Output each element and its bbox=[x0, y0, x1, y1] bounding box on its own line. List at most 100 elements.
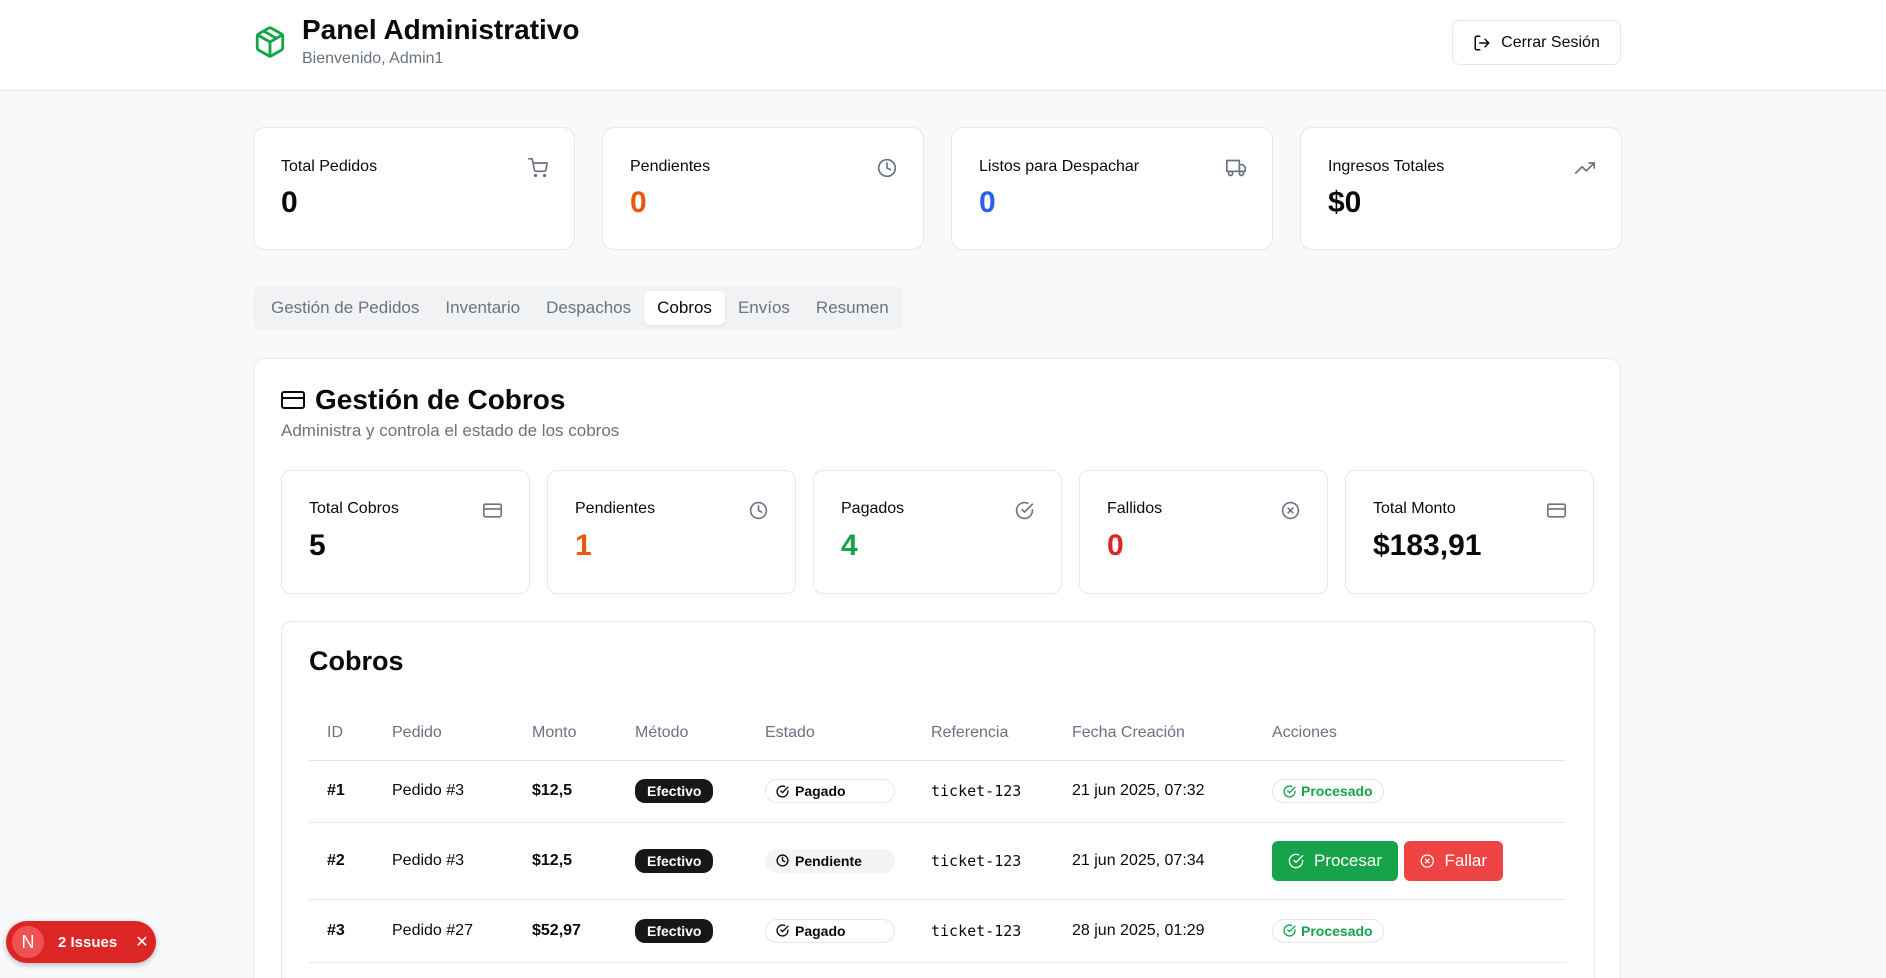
cell-monto: $52,97 bbox=[514, 899, 617, 963]
status-label: Pendiente bbox=[795, 852, 862, 869]
mini-label: Total Monto bbox=[1373, 500, 1456, 517]
fallar-label: Fallar bbox=[1444, 850, 1487, 870]
issues-badge[interactable]: N 2 Issues ✕ bbox=[6, 921, 156, 963]
status-badge: Pagado bbox=[765, 779, 895, 803]
stat-card-listos-despachar: Listos para Despachar 0 bbox=[951, 127, 1273, 250]
mini-value: $183,91 bbox=[1373, 529, 1482, 562]
tab-gestion-pedidos[interactable]: Gestión de Pedidos bbox=[258, 291, 432, 325]
page-title: Panel Administrativo bbox=[302, 14, 580, 45]
procesar-button[interactable]: Procesar bbox=[1272, 840, 1398, 881]
clock-icon bbox=[749, 501, 768, 520]
status-label: Pagado bbox=[795, 783, 846, 799]
cell-estado: Pagado bbox=[747, 760, 913, 823]
clock-icon bbox=[776, 854, 789, 867]
logout-button[interactable]: Cerrar Sesión bbox=[1452, 20, 1621, 65]
cell-monto bbox=[514, 962, 617, 978]
stat-value: 0 bbox=[630, 186, 647, 219]
processed-label: Procesado bbox=[1301, 783, 1373, 799]
main-tabs: Gestión de Pedidos Inventario Despachos … bbox=[253, 286, 903, 330]
issues-label: 2 Issues bbox=[58, 933, 118, 951]
mini-label: Pagados bbox=[841, 500, 905, 517]
panel-title: Gestión de Cobros bbox=[281, 384, 565, 416]
status-badge: Pagado bbox=[765, 918, 895, 943]
mini-card-total-monto: Total Monto $183,91 bbox=[1345, 470, 1594, 594]
check-circle-icon bbox=[776, 784, 789, 798]
table-row: #1 Pedido #3 $12,5 Efectivo Pagado ticke… bbox=[309, 760, 1566, 823]
cell-id: #2 bbox=[309, 822, 374, 900]
mini-card-pendientes: Pendientes 1 bbox=[547, 470, 796, 594]
table-row: #2 Pedido #3 $12,5 Efectivo Pendiente ti… bbox=[309, 822, 1566, 900]
status-label: Pagado bbox=[795, 922, 846, 939]
cobros-table: ID Pedido Monto Método Estado Referencia… bbox=[309, 706, 1566, 978]
welcome-text: Bienvenido, Admin1 bbox=[302, 50, 444, 67]
x-circle-icon bbox=[1281, 501, 1300, 520]
stat-card-total-pedidos: Total Pedidos 0 bbox=[253, 127, 575, 250]
cart-icon bbox=[528, 158, 548, 178]
mini-card-fallidos: Fallidos 0 bbox=[1079, 470, 1328, 594]
x-circle-icon bbox=[1420, 853, 1434, 868]
logout-icon bbox=[1474, 35, 1490, 50]
mini-value: 1 bbox=[575, 529, 592, 562]
credit-card-icon bbox=[483, 503, 502, 518]
credit-card-icon bbox=[1547, 503, 1566, 518]
method-badge: Efectivo bbox=[635, 848, 714, 873]
column-header: Pedido bbox=[374, 706, 514, 761]
status-badge: Pendiente bbox=[765, 848, 895, 873]
table-row: #3 Pedido #27 $52,97 Efectivo Pagado tic… bbox=[309, 899, 1566, 963]
cell-referencia: ticket-123 bbox=[913, 822, 1054, 900]
mini-card-total-cobros: Total Cobros 5 bbox=[281, 470, 530, 594]
stat-label: Ingresos Totales bbox=[1328, 158, 1445, 175]
procesar-label: Procesar bbox=[1313, 850, 1382, 870]
mini-label: Total Cobros bbox=[309, 500, 399, 517]
fallar-button[interactable]: Fallar bbox=[1404, 840, 1503, 881]
stat-value: 0 bbox=[979, 186, 996, 219]
cell-id: #1 bbox=[309, 760, 374, 823]
trending-up-icon bbox=[1575, 162, 1595, 174]
tab-resumen[interactable]: Resumen bbox=[803, 291, 902, 325]
cell-monto: $12,5 bbox=[514, 760, 617, 823]
stat-card-ingresos: Ingresos Totales $0 bbox=[1300, 127, 1622, 250]
table-header-row: ID Pedido Monto Método Estado Referencia… bbox=[309, 706, 1566, 761]
stat-label: Listos para Despachar bbox=[979, 158, 1140, 175]
processed-label: Procesado bbox=[1301, 922, 1373, 939]
cell-id bbox=[309, 962, 374, 978]
mini-label: Fallidos bbox=[1107, 500, 1163, 517]
column-header: Monto bbox=[514, 706, 617, 761]
column-header: ID bbox=[309, 706, 374, 761]
table-row bbox=[309, 962, 1566, 978]
tab-cobros[interactable]: Cobros bbox=[644, 291, 725, 325]
cell-fecha bbox=[1054, 962, 1254, 978]
cell-estado: Pendiente bbox=[747, 822, 913, 900]
column-header: Estado bbox=[747, 706, 913, 761]
tab-despachos[interactable]: Despachos bbox=[533, 291, 644, 325]
table-title: Cobros bbox=[309, 646, 404, 676]
stat-value: 0 bbox=[281, 186, 298, 219]
cell-acciones: Procesado bbox=[1254, 899, 1566, 963]
package-icon bbox=[255, 26, 285, 58]
method-badge: Efectivo bbox=[635, 918, 714, 943]
tab-envios[interactable]: Envíos bbox=[725, 291, 803, 325]
tab-inventario[interactable]: Inventario bbox=[432, 291, 533, 325]
cell-fecha: 21 jun 2025, 07:34 bbox=[1054, 822, 1254, 900]
processed-badge: Procesado bbox=[1272, 918, 1384, 943]
cell-estado: Pagado bbox=[747, 899, 913, 963]
cell-pedido: Pedido #27 bbox=[374, 899, 514, 963]
cell-id: #3 bbox=[309, 899, 374, 963]
close-icon[interactable]: ✕ bbox=[135, 932, 148, 952]
cell-referencia: ticket-123 bbox=[913, 899, 1054, 963]
mini-value: 5 bbox=[309, 529, 326, 562]
stat-label: Pendientes bbox=[630, 158, 711, 175]
column-header: Referencia bbox=[913, 706, 1054, 761]
stat-value: $0 bbox=[1328, 186, 1362, 219]
cell-metodo: Efectivo bbox=[617, 760, 747, 823]
column-header: Fecha Creación bbox=[1054, 706, 1254, 761]
mini-value: 4 bbox=[841, 529, 858, 562]
cell-fecha: 21 jun 2025, 07:32 bbox=[1054, 760, 1254, 823]
cobros-panel: Gestión de Cobros Administra y controla … bbox=[253, 358, 1621, 978]
cell-metodo: Efectivo bbox=[617, 822, 747, 900]
method-badge: Efectivo bbox=[635, 779, 714, 803]
clock-icon bbox=[877, 158, 897, 178]
cell-metodo bbox=[617, 962, 747, 978]
cell-metodo: Efectivo bbox=[617, 899, 747, 963]
column-header: Acciones bbox=[1254, 706, 1566, 761]
